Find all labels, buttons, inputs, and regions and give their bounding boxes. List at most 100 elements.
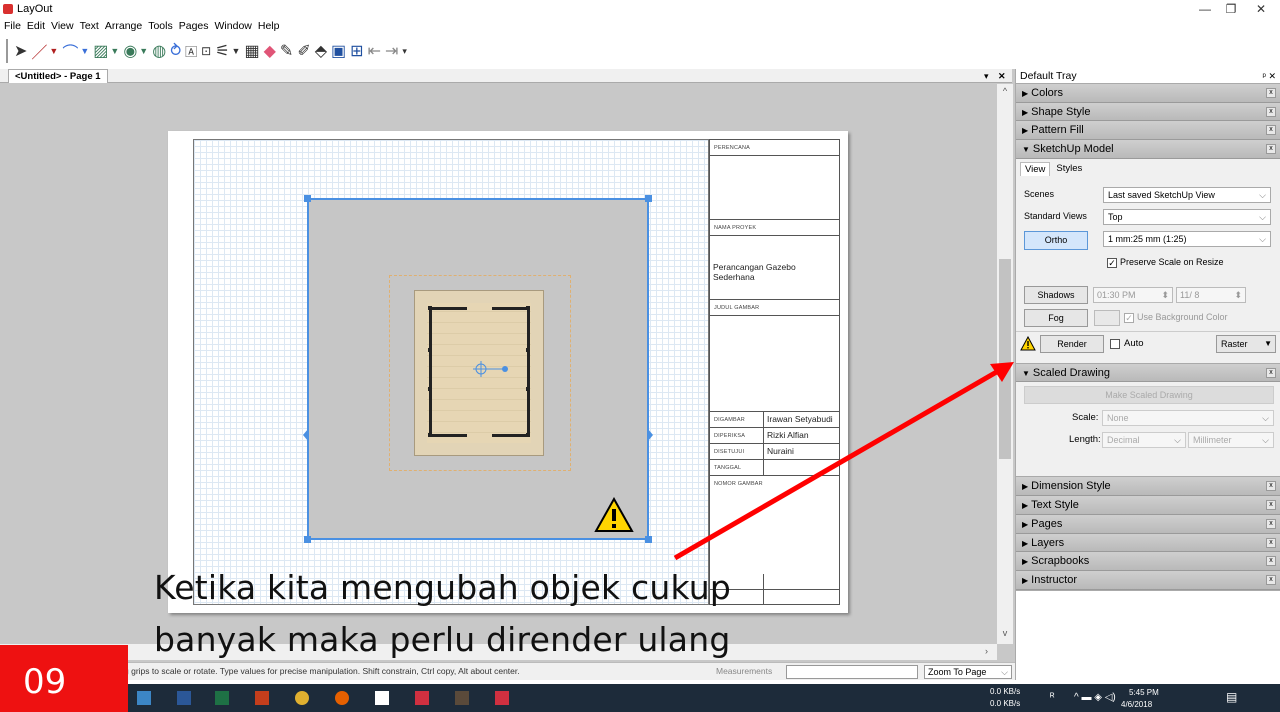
- tab-close-icon[interactable]: ✕: [998, 69, 1006, 83]
- shadow-date-input[interactable]: 11/ 8 ⬍: [1176, 286, 1246, 303]
- rotation-grip-icon[interactable]: [471, 359, 511, 379]
- scale-drawing-select[interactable]: None ⌵: [1102, 410, 1274, 427]
- unit-select[interactable]: Millimeter ⌵: [1188, 432, 1274, 449]
- vertical-scrollbar[interactable]: ^ v: [997, 84, 1013, 644]
- resize-handle-br[interactable]: [645, 536, 652, 543]
- tab-dropdown-icon[interactable]: ▾: [984, 69, 989, 83]
- scroll-up-icon[interactable]: ^: [997, 86, 1013, 96]
- previous-page-icon[interactable]: ⇤: [368, 38, 381, 64]
- document-tab[interactable]: <Untitled> - Page 1: [8, 69, 108, 83]
- render-button[interactable]: Render: [1040, 334, 1104, 353]
- join-tool-icon[interactable]: ⬘: [315, 38, 327, 64]
- panel-colors[interactable]: ▶ Colors x: [1016, 84, 1280, 103]
- tab-styles[interactable]: Styles: [1052, 162, 1086, 176]
- auto-render-checkbox[interactable]: [1110, 338, 1120, 349]
- app-icon[interactable]: [375, 691, 389, 705]
- panel-pages[interactable]: ▶ Pages x: [1016, 514, 1280, 534]
- powerpoint-icon[interactable]: [255, 691, 269, 705]
- style-tool-icon[interactable]: ✎: [280, 38, 293, 64]
- standard-views-select[interactable]: Top ⌵: [1103, 208, 1271, 225]
- resize-handle-tr[interactable]: [645, 195, 652, 202]
- menu-arrange[interactable]: Arrange: [105, 20, 142, 32]
- close-panel-icon[interactable]: x: [1266, 106, 1276, 117]
- scale-select[interactable]: 1 mm:25 mm (1:25) ⌵: [1103, 230, 1271, 247]
- panel-sketchup-model[interactable]: ▼ SketchUp Model x: [1016, 140, 1280, 159]
- chrome-icon[interactable]: [295, 691, 309, 705]
- table-tool-icon[interactable]: ▦: [244, 38, 259, 64]
- panel-scrapbooks[interactable]: ▶ Scrapbooks x: [1016, 552, 1280, 571]
- menu-window[interactable]: Window: [215, 20, 252, 32]
- resize-handle-tl[interactable]: [304, 195, 311, 202]
- scenes-select[interactable]: Last saved SketchUp View ⌵: [1103, 186, 1271, 203]
- close-button[interactable]: ✕: [1246, 0, 1276, 18]
- resize-handle-left[interactable]: [303, 429, 308, 441]
- raster-select[interactable]: Raster ▼: [1216, 334, 1276, 353]
- maximize-button[interactable]: ❐: [1216, 0, 1246, 18]
- ortho-button[interactable]: Ortho: [1024, 230, 1088, 250]
- close-panel-icon[interactable]: x: [1266, 574, 1276, 585]
- menu-pages[interactable]: Pages: [179, 20, 209, 32]
- next-page-icon[interactable]: ⇥: [385, 38, 398, 64]
- select-tool-icon[interactable]: ➤: [14, 38, 27, 64]
- word-icon[interactable]: [177, 691, 191, 705]
- split-tool-icon[interactable]: ✐: [297, 38, 310, 64]
- excel-icon[interactable]: [215, 691, 229, 705]
- scroll-right-icon[interactable]: ›: [985, 646, 988, 656]
- measurements-input[interactable]: [786, 665, 918, 679]
- text-tool-icon[interactable]: 🄰: [185, 38, 197, 64]
- length-select[interactable]: Decimal ⌵: [1102, 432, 1186, 449]
- menu-help[interactable]: Help: [258, 20, 280, 32]
- tab-view[interactable]: View: [1020, 161, 1051, 176]
- use-bg-checkbox[interactable]: ✓: [1124, 312, 1134, 323]
- panel-instructor[interactable]: ▶ Instructor x: [1016, 570, 1280, 590]
- arc-tool-icon[interactable]: ⌒ ▼: [62, 38, 89, 64]
- close-panel-icon[interactable]: x: [1266, 518, 1276, 529]
- polygon-tool-icon[interactable]: ◍: [152, 38, 166, 64]
- close-panel-icon[interactable]: x: [1266, 556, 1276, 567]
- close-panel-icon[interactable]: x: [1266, 500, 1276, 511]
- panel-scaled-drawing[interactable]: ▼ Scaled Drawing x: [1016, 363, 1280, 383]
- close-panel-icon[interactable]: x: [1266, 537, 1276, 548]
- firefox-icon[interactable]: [335, 691, 349, 705]
- sketchup-taskbar-icon[interactable]: [495, 691, 509, 705]
- scroll-thumb[interactable]: [999, 259, 1011, 459]
- circle-tool-icon[interactable]: ◉ ▼: [123, 38, 148, 64]
- zoom-select[interactable]: Zoom To Page ⌵: [924, 665, 1012, 679]
- panel-text-style[interactable]: ▶ Text Style x: [1016, 496, 1280, 515]
- eraser-tool-icon[interactable]: ◆: [264, 38, 276, 64]
- rectangle-tool-icon[interactable]: ▨ ▼: [93, 38, 119, 64]
- close-panel-icon[interactable]: x: [1266, 367, 1276, 378]
- add-page-icon[interactable]: ⊞: [350, 38, 363, 64]
- resize-handle-right[interactable]: [648, 429, 653, 441]
- close-panel-icon[interactable]: x: [1266, 125, 1276, 136]
- menu-tools[interactable]: Tools: [148, 20, 173, 32]
- close-panel-icon[interactable]: x: [1266, 481, 1276, 492]
- toolbar-overflow-icon[interactable]: ▾: [402, 38, 407, 64]
- close-panel-icon[interactable]: x: [1266, 88, 1276, 98]
- make-scaled-drawing-button[interactable]: Make Scaled Drawing: [1024, 386, 1274, 405]
- menu-text[interactable]: Text: [80, 20, 99, 32]
- menu-edit[interactable]: Edit: [27, 20, 45, 32]
- presentation-icon[interactable]: ▣: [331, 38, 346, 64]
- panel-dimension-style[interactable]: ▶ Dimension Style x: [1016, 477, 1280, 497]
- scroll-down-icon[interactable]: v: [997, 628, 1013, 638]
- panel-pattern-fill[interactable]: ▶ Pattern Fill x: [1016, 121, 1280, 141]
- shadows-button[interactable]: Shadows: [1024, 285, 1088, 304]
- dimension-tool-icon[interactable]: ⚟ ▼: [215, 38, 240, 64]
- panel-layers[interactable]: ▶ Layers x: [1016, 533, 1280, 553]
- media-icon[interactable]: [455, 691, 469, 705]
- file-explorer-icon[interactable]: [137, 691, 151, 705]
- people-icon[interactable]: ᴿ: [1050, 692, 1055, 703]
- shadow-time-input[interactable]: 01:30 PM ⬍: [1093, 286, 1173, 303]
- panel-shape-style[interactable]: ▶ Shape Style x: [1016, 102, 1280, 122]
- preserve-scale-checkbox[interactable]: ✓: [1107, 257, 1117, 268]
- close-panel-icon[interactable]: x: [1266, 144, 1276, 155]
- offset-tool-icon[interactable]: ⥁: [170, 38, 181, 64]
- resize-handle-bl[interactable]: [304, 536, 311, 543]
- pin-close-icon[interactable]: ᵖ ✕: [1263, 69, 1276, 83]
- sketchup-viewport[interactable]: [303, 195, 653, 543]
- tray-icons[interactable]: ^ ▬ ◈ ◁): [1074, 692, 1116, 703]
- notifications-icon[interactable]: ▤: [1226, 690, 1237, 704]
- fog-color-swatch[interactable]: [1094, 309, 1120, 326]
- drawing-canvas[interactable]: PERENCANA NAMA PROYEK Perancangan Gazebo…: [0, 84, 997, 644]
